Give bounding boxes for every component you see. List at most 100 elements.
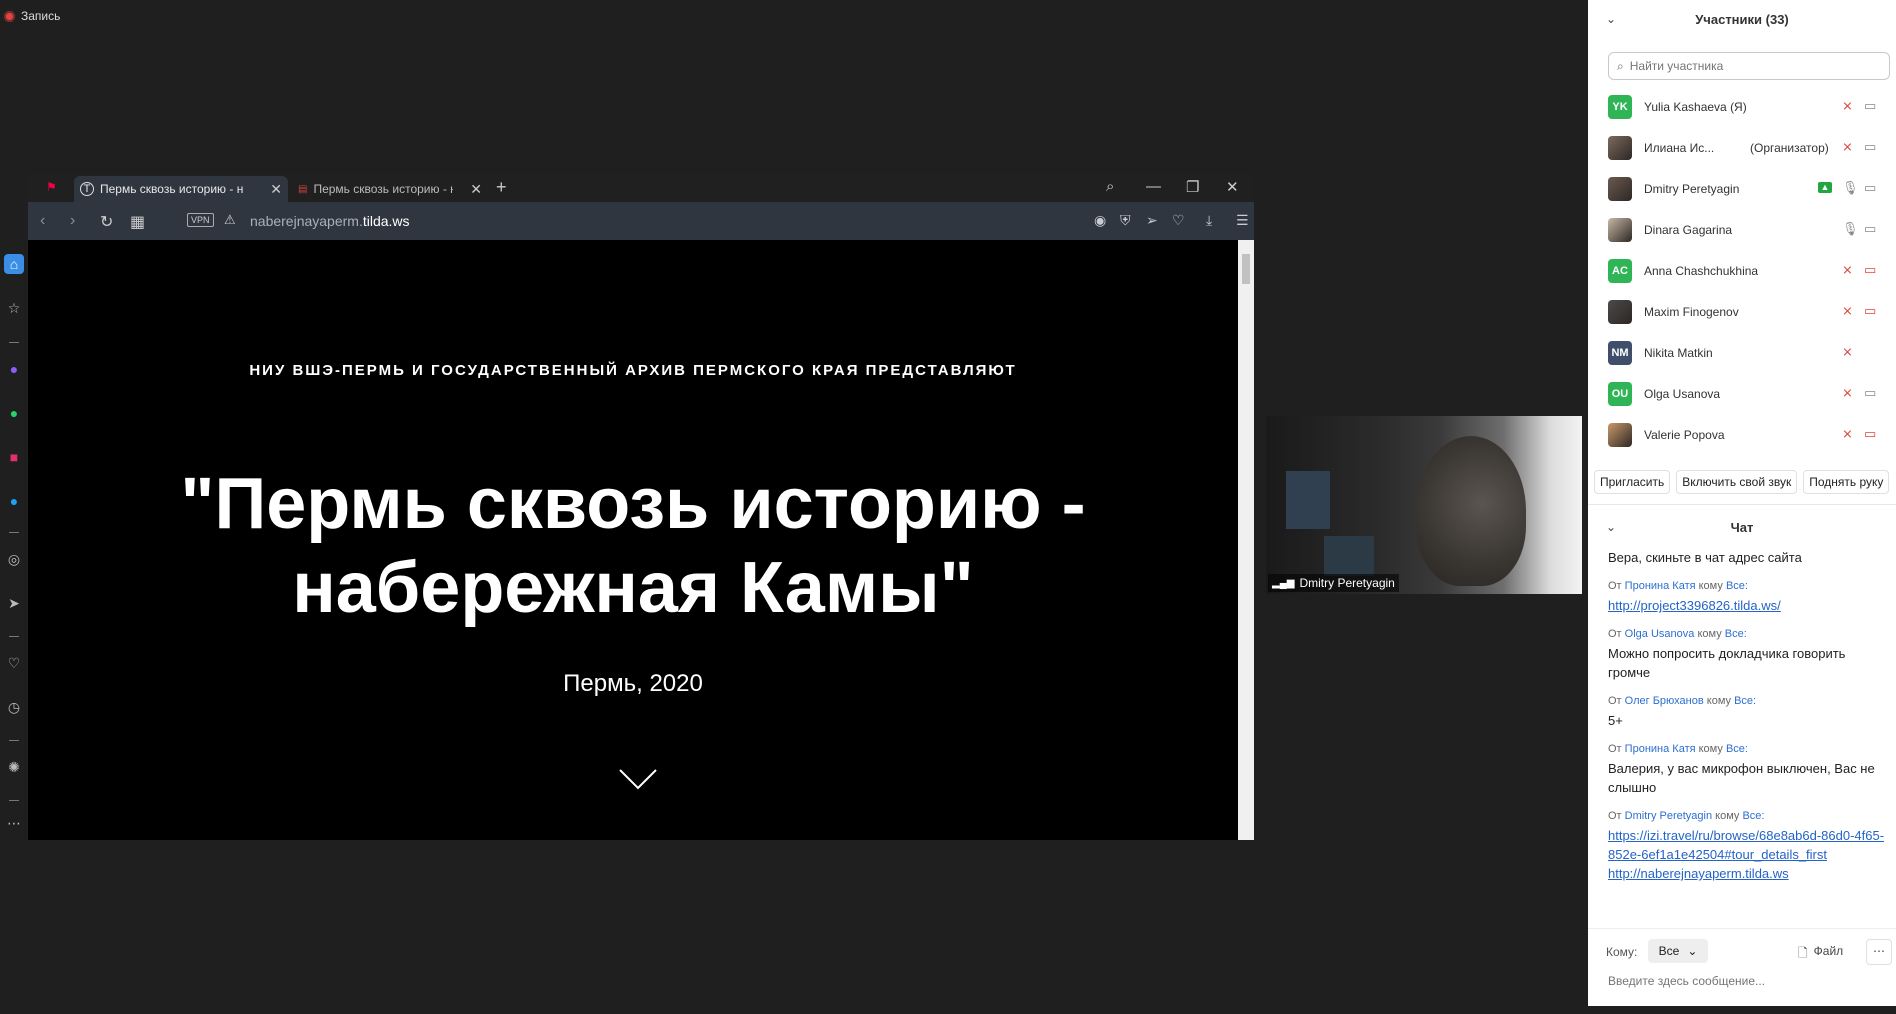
search-tabs-icon[interactable]: ⌕ — [1106, 178, 1114, 195]
video-off-icon[interactable]: ▭ — [1864, 426, 1876, 442]
easy-setup-icon[interactable]: ☰ — [1236, 212, 1249, 229]
video-icon[interactable]: ▭ — [1864, 180, 1876, 196]
url-field[interactable]: naberejnayaperm.tilda.ws — [250, 213, 410, 229]
mic-muted-icon[interactable]: ⨯ — [1842, 262, 1853, 278]
whatsapp-icon[interactable]: ● — [4, 403, 24, 423]
meta-to-label: кому — [1706, 695, 1732, 707]
participant-name: Yulia Kashaeva (Я) — [1644, 100, 1747, 114]
video-icon[interactable]: ▭ — [1864, 98, 1876, 114]
sender-name[interactable]: Олег Брюханов — [1625, 695, 1704, 707]
video-off-icon[interactable]: ▭ — [1864, 303, 1876, 319]
page-subtitle: НИУ ВШЭ-ПЕРМЬ И ГОСУДАРСТВЕННЫЙ АРХИВ ПЕ… — [249, 362, 1017, 379]
workspace-icon[interactable]: ⚑ — [46, 180, 62, 196]
unmute-self-button[interactable]: Включить свой звук — [1676, 470, 1798, 494]
mic-muted-icon[interactable]: ⨯ — [1842, 426, 1853, 442]
camera-icon[interactable]: ◉ — [1094, 212, 1106, 229]
video-tile[interactable]: ▂▄▆ Dmitry Peretyagin — [1266, 416, 1582, 594]
sender-name[interactable]: Пронина Катя — [1625, 743, 1696, 755]
speed-dial-icon[interactable]: ▦ — [130, 212, 145, 232]
new-tab-icon[interactable]: + — [496, 177, 507, 198]
mic-muted-icon[interactable]: ⨯ — [1842, 139, 1853, 155]
mic-muted-icon[interactable]: ⨯ — [1842, 98, 1853, 114]
chat-message-text: Можно попросить докладчика говорить гром… — [1608, 646, 1846, 680]
player-icon[interactable]: ◎ — [4, 549, 24, 569]
participant-row[interactable]: Valerie Popova ⨯ ▭ — [1588, 414, 1896, 455]
participant-row[interactable]: Dinara Gagarina 🎙 ▭ — [1588, 209, 1896, 250]
scroll-down-chevron-icon[interactable] — [618, 768, 658, 792]
invite-button[interactable]: Пригласить — [1594, 470, 1671, 494]
participant-row[interactable]: AC Anna Chashchukhina ⨯ ▭ — [1588, 250, 1896, 291]
reload-icon[interactable]: ↻ — [100, 212, 113, 232]
favorite-icon[interactable]: ♡ — [1172, 212, 1185, 229]
recipient-name: Все: — [1724, 628, 1747, 640]
video-icon[interactable]: ▭ — [1864, 221, 1876, 237]
chat-more-button[interactable]: ⋯ — [1866, 939, 1892, 965]
chat-link[interactable]: http://project3396826.tilda.ws/ — [1608, 596, 1888, 615]
video-off-icon[interactable]: ▭ — [1864, 262, 1876, 278]
file-button[interactable]: 🗋 Файл — [1798, 944, 1843, 965]
chat-link[interactable]: http://naberejnayaperm.tilda.ws — [1608, 864, 1888, 883]
browser-window: ⚑ T Пермь сквозь историю - н ✕ ▤ Пермь с… — [28, 174, 1254, 840]
meta-from-label: От — [1608, 580, 1622, 592]
send-icon[interactable]: ➤ — [4, 593, 24, 613]
participant-search-input[interactable] — [1627, 58, 1872, 74]
recipient-name: Все: — [1725, 743, 1748, 755]
vpn-badge[interactable]: VPN — [187, 213, 214, 227]
mic-muted-icon[interactable]: ⨯ — [1842, 385, 1853, 401]
shield-icon[interactable]: ⛨ — [1120, 212, 1131, 229]
restore-icon[interactable]: ❐ — [1186, 178, 1199, 196]
sender-name[interactable]: Dmitry Peretyagin — [1625, 810, 1712, 822]
close-window-icon[interactable]: ✕ — [1226, 178, 1239, 196]
heart-icon[interactable]: ♡ — [4, 653, 24, 673]
instagram-icon[interactable]: ■ — [4, 447, 24, 467]
more-icon[interactable]: ⋯ — [4, 813, 24, 833]
download-icon[interactable]: ⤓ — [1206, 212, 1212, 229]
back-icon[interactable]: ‹ — [40, 212, 45, 230]
mic-icon[interactable]: 🎙 — [1842, 221, 1859, 237]
participant-row[interactable]: Илиана Ис... (Организатор) ⨯ ▭ — [1588, 127, 1896, 168]
scroll-thumb[interactable] — [1242, 254, 1250, 284]
tab-inactive[interactable]: ▤ Пермь сквозь историю - н ✕ — [292, 176, 488, 202]
raise-hand-button[interactable]: Поднять руку — [1803, 470, 1890, 494]
participant-row[interactable]: YK Yulia Kashaeva (Я) ⨯ ▭ — [1588, 86, 1896, 127]
participant-name: Anna Chashchukhina — [1644, 264, 1759, 278]
mic-icon[interactable]: 🎙 — [1842, 180, 1859, 196]
participant-search[interactable]: ⌕ — [1608, 52, 1890, 80]
recording-indicator[interactable]: Запись — [4, 9, 60, 23]
participant-row[interactable]: Dmitry Peretyagin ▲ 🎙 ▭ — [1588, 168, 1896, 209]
avatar — [1608, 300, 1632, 324]
home-icon[interactable]: ⌂ — [4, 254, 24, 274]
chat-link[interactable]: https://izi.travel/ru/browse/68e8ab6d-86… — [1608, 826, 1888, 864]
web-page: НИУ ВШЭ-ПЕРМЬ И ГОСУДАРСТВЕННЫЙ АРХИВ ПЕ… — [28, 240, 1238, 840]
minimize-icon[interactable]: — — [1146, 178, 1161, 195]
meta-to-label: кому — [1715, 810, 1740, 822]
tab-active[interactable]: T Пермь сквозь историю - н ✕ — [74, 176, 288, 202]
chat-message-meta: От Olga Usanova кому Все: — [1608, 625, 1888, 644]
participant-row[interactable]: Maxim Finogenov ⨯ ▭ — [1588, 291, 1896, 332]
close-tab-icon[interactable]: ✕ — [470, 181, 482, 198]
lightbulb-icon[interactable]: ✺ — [4, 757, 24, 777]
close-tab-icon[interactable]: ✕ — [270, 181, 282, 198]
sender-name[interactable]: Olga Usanova — [1625, 628, 1695, 640]
recipient-select[interactable]: Все ⌄ — [1648, 939, 1708, 963]
meta-from-label: От — [1608, 628, 1622, 640]
twitter-icon[interactable]: ● — [4, 491, 24, 511]
star-icon[interactable]: ☆ — [4, 298, 24, 318]
mic-muted-icon[interactable]: ⨯ — [1842, 344, 1853, 360]
chat-message-input[interactable] — [1606, 973, 1880, 989]
sender-name[interactable]: Пронина Катя — [1625, 580, 1696, 592]
forward-icon[interactable]: › — [70, 212, 75, 230]
video-icon[interactable]: ▭ — [1864, 385, 1876, 401]
meta-from-label: От — [1608, 695, 1622, 707]
warning-icon[interactable]: ⚠ — [224, 212, 236, 228]
page-scrollbar[interactable] — [1238, 240, 1254, 840]
mic-muted-icon[interactable]: ⨯ — [1842, 303, 1853, 319]
messenger-icon[interactable]: ● — [4, 359, 24, 379]
participant-row[interactable]: OU Olga Usanova ⨯ ▭ — [1588, 373, 1896, 414]
avatar — [1608, 423, 1632, 447]
share-icon[interactable]: ➢ — [1146, 212, 1158, 229]
video-icon[interactable]: ▭ — [1864, 139, 1876, 155]
history-icon[interactable]: ◷ — [4, 697, 24, 717]
participant-row[interactable]: NM Nikita Matkin ⨯ — [1588, 332, 1896, 373]
chat-message: От Dmitry Peretyagin кому Все: https://iz… — [1608, 807, 1888, 883]
